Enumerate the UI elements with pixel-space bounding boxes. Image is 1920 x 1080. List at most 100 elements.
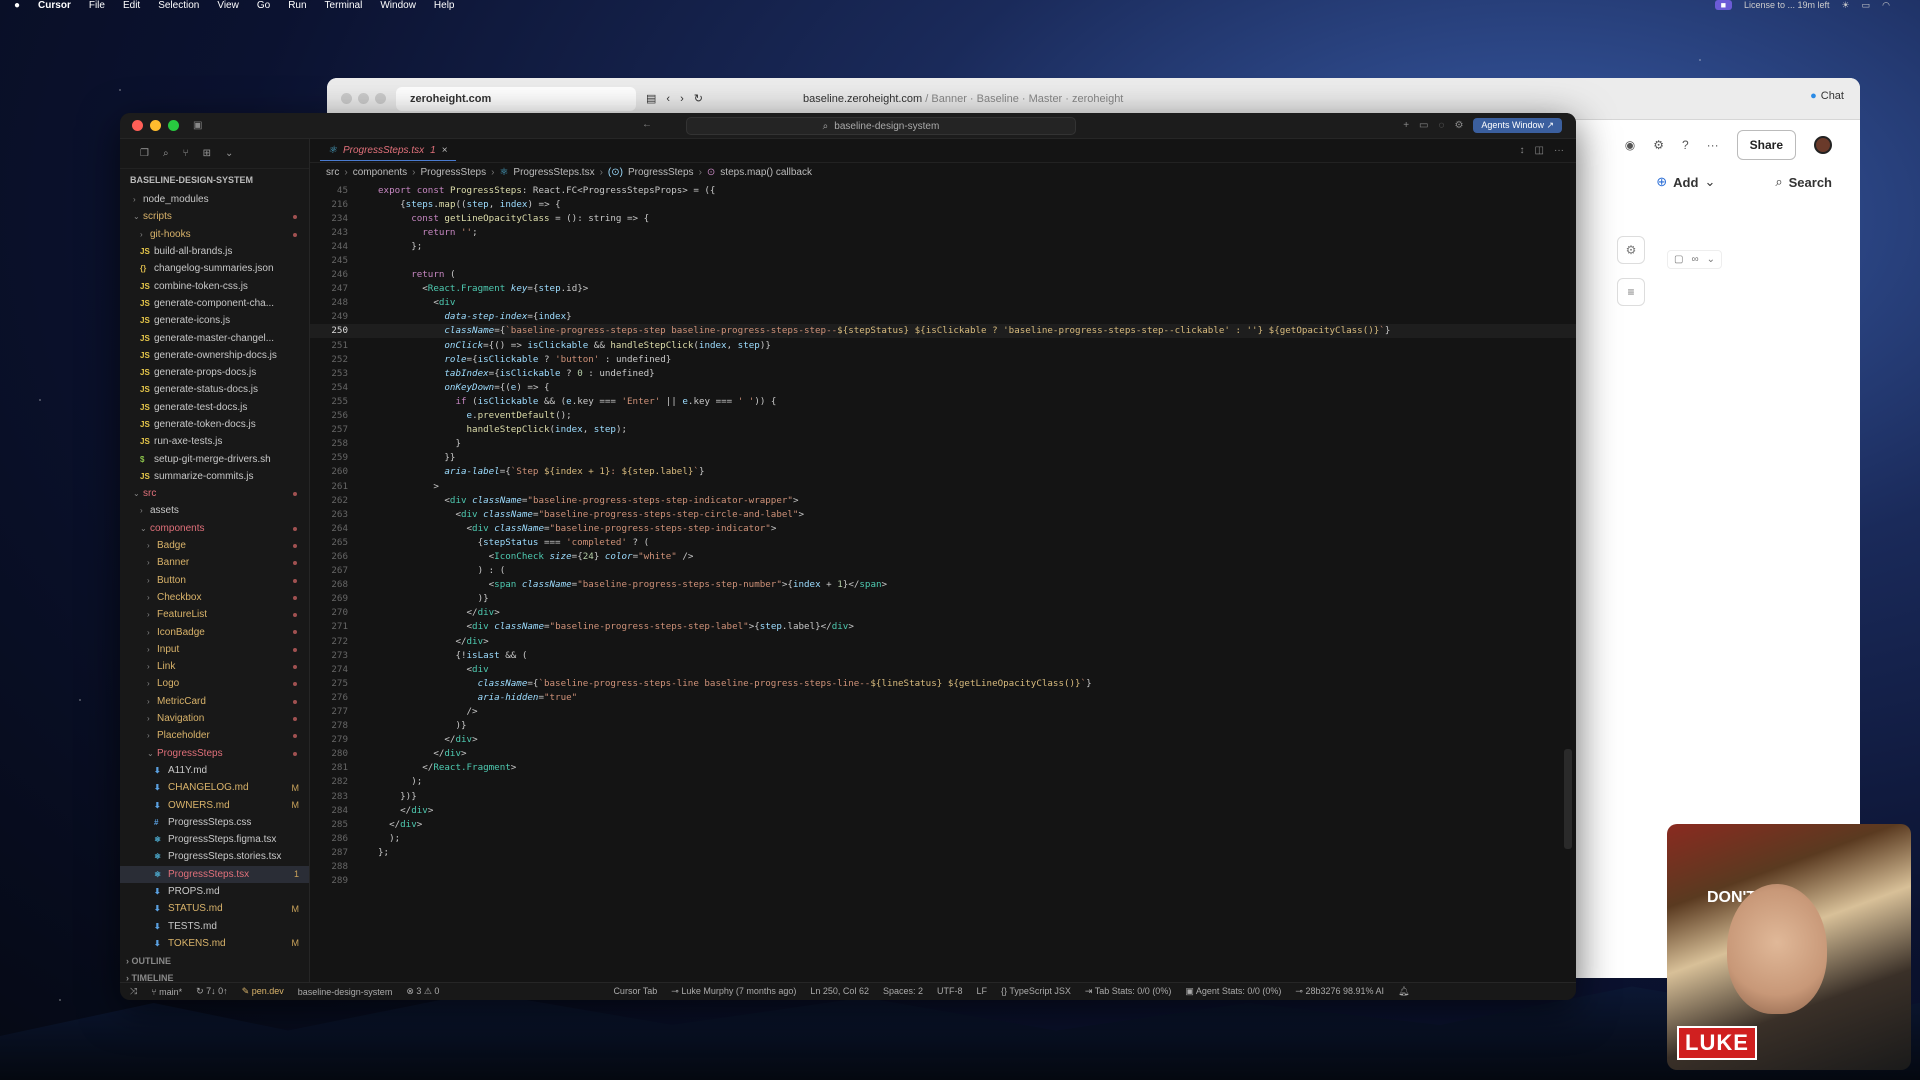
tree-item[interactable]: › git-hooks (120, 226, 309, 243)
share-button[interactable]: Share (1736, 130, 1796, 160)
tree-item[interactable]: › Badge (120, 537, 309, 554)
close-window-button[interactable] (132, 120, 143, 131)
command-center-search[interactable]: ⌕ baseline-design-system (686, 117, 1076, 135)
agent-stats[interactable]: ▣ Agent Stats: 0/0 (0%) (1185, 986, 1281, 997)
menu-edit[interactable]: Edit (123, 0, 140, 11)
tree-item[interactable]: JS run-axe-tests.js (120, 433, 309, 450)
tree-item[interactable]: ⬇ TESTS.md (120, 917, 309, 934)
tree-item[interactable]: › assets (120, 502, 309, 519)
tree-item[interactable]: › FeatureList (120, 606, 309, 623)
menu-selection[interactable]: Selection (158, 0, 199, 11)
agents-window-button[interactable]: Agents Window ↗ (1473, 118, 1562, 133)
eye-icon[interactable]: ◉ (1625, 138, 1635, 152)
line-ending[interactable]: LF (976, 986, 987, 997)
tree-item[interactable]: › MetricCard (120, 693, 309, 710)
tree-item[interactable]: ⬇ OWNERS.md M (120, 796, 309, 813)
forward-icon[interactable]: › (680, 93, 684, 105)
tree-item[interactable]: ⬇ PROPS.md (120, 883, 309, 900)
tree-item[interactable]: › IconBadge (120, 623, 309, 640)
files-icon[interactable]: ❐ (140, 148, 149, 159)
menu-help[interactable]: Help (434, 0, 455, 11)
split-editor-icon[interactable]: ◫ (1535, 145, 1544, 156)
tree-item[interactable]: JS generate-ownership-docs.js (120, 347, 309, 364)
browser-tab[interactable]: zeroheight.com (396, 86, 636, 111)
tree-item[interactable]: › Logo (120, 675, 309, 692)
menu-terminal[interactable]: Terminal (325, 0, 363, 11)
align-icon[interactable]: ≡ (1617, 278, 1645, 306)
tree-item[interactable]: › Checkbox (120, 589, 309, 606)
blame-status[interactable]: ⊸ Luke Murphy (7 months ago) (671, 986, 796, 997)
tree-item[interactable]: JS generate-icons.js (120, 312, 309, 329)
minimize-window-button[interactable] (150, 120, 161, 131)
chevron-down-icon[interactable]: ⌄ (225, 148, 233, 159)
explorer-title[interactable]: BASELINE-DESIGN-SYSTEM (120, 169, 309, 191)
remote-icon[interactable]: ⤨ (130, 986, 137, 997)
app-menu[interactable]: Cursor (38, 0, 71, 11)
menu-view[interactable]: View (217, 0, 239, 11)
tree-item[interactable]: JS generate-token-docs.js (120, 416, 309, 433)
tree-item[interactable]: ⬇ TOKENS.md M (120, 935, 309, 952)
branch-status[interactable]: ⑂ main* (151, 987, 182, 997)
brightness-icon[interactable]: ☀ (1842, 0, 1850, 11)
tree-item[interactable]: $ setup-git-merge-drivers.sh (120, 450, 309, 467)
tree-item[interactable]: ⚛ ProgressSteps.tsx 1 (120, 865, 309, 883)
tree-item[interactable]: ⌄ src (120, 485, 309, 502)
tree-item[interactable]: ⌄ scripts (120, 208, 309, 225)
more-icon[interactable]: ··· (1707, 138, 1719, 152)
cursor-position[interactable]: Ln 250, Col 62 (810, 986, 869, 997)
url-bar[interactable]: baseline.zeroheight.com / Banner · Basel… (803, 93, 1123, 105)
tree-item[interactable]: ⬇ STATUS.md M (120, 900, 309, 917)
apple-menu-icon[interactable]: ● (14, 0, 20, 11)
license-status[interactable]: License to ... 19m left (1744, 0, 1830, 10)
breadcrumb-item[interactable]: steps.map() callback (720, 167, 812, 178)
breadcrumb-item[interactable]: ProgressSteps (421, 167, 487, 178)
block-settings-icon[interactable]: ⚙ (1617, 236, 1645, 264)
tree-item[interactable]: # ProgressSteps.css (120, 814, 309, 831)
tree-item[interactable]: › Button (120, 572, 309, 589)
tree-item[interactable]: ⬇ CHANGELOG.md M (120, 779, 309, 796)
code-editor[interactable]: 45 export const ProgressSteps: React.FC<P… (310, 181, 1576, 888)
settings-icon[interactable]: ⚙ (1653, 138, 1664, 152)
reload-icon[interactable]: ↻ (694, 92, 703, 105)
tree-item[interactable]: {} changelog-summaries.json (120, 260, 309, 277)
tab-stats[interactable]: ⇥ Tab Stats: 0/0 (0%) (1085, 986, 1171, 997)
tree-item[interactable]: JS generate-component-cha... (120, 295, 309, 312)
menu-go[interactable]: Go (257, 0, 270, 11)
more-actions-icon[interactable]: ··· (1554, 145, 1564, 156)
close-tab-icon[interactable]: × (442, 145, 448, 156)
tree-item[interactable]: ⚛ ProgressSteps.figma.tsx (120, 831, 309, 848)
notifications-icon[interactable]: 🔔︎ (1398, 986, 1409, 997)
tree-item[interactable]: JS build-all-brands.js (120, 243, 309, 260)
tree-item[interactable]: JS summarize-commits.js (120, 468, 309, 485)
tree-item[interactable]: ⚛ ProgressSteps.stories.tsx (120, 848, 309, 865)
problems-status[interactable]: ⊗ 3 ⚠ 0 (406, 986, 439, 997)
editor-tab-progresssteps[interactable]: ⚛ ProgressSteps.tsx 1 × (320, 141, 456, 161)
tree-item[interactable]: › Navigation (120, 710, 309, 727)
chat-icon[interactable]: ◌ (1439, 120, 1445, 131)
tree-item[interactable]: › node_modules (120, 191, 309, 208)
user-avatar[interactable] (1814, 136, 1832, 154)
breadcrumb-item[interactable]: ProgressSteps.tsx (513, 167, 594, 178)
tree-item[interactable]: › Banner (120, 554, 309, 571)
navigate-back-icon[interactable]: ← (642, 119, 652, 130)
tree-item[interactable]: JS combine-token-css.js (120, 277, 309, 294)
menu-file[interactable]: File (89, 0, 105, 11)
wifi-icon[interactable]: ◠ (1882, 0, 1890, 11)
battery-icon[interactable]: ▭ (1862, 0, 1871, 11)
tree-item[interactable]: JS generate-props-docs.js (120, 364, 309, 381)
chat-button[interactable]: ● Chat (1810, 90, 1844, 102)
timeline-section[interactable]: › TIMELINE (120, 969, 309, 982)
panel-icon[interactable]: ▭ (1419, 120, 1428, 131)
sync-status[interactable]: ↻ 7↓ 0↑ (196, 986, 228, 997)
pen-status[interactable]: ✎ pen.dev (242, 986, 284, 997)
new-chat-icon[interactable]: + (1403, 120, 1409, 131)
editor-scrollbar[interactable] (1564, 749, 1572, 849)
tree-item[interactable]: ⌄ ProgressSteps (120, 745, 309, 762)
sidebar-toggle-icon[interactable]: ▤ (646, 92, 656, 105)
breadcrumb-item[interactable]: ProgressSteps (628, 167, 694, 178)
chevron-down-icon[interactable]: ⌄ (1707, 254, 1715, 265)
tree-item[interactable]: JS generate-status-docs.js (120, 381, 309, 398)
search-button[interactable]: ⌕ Search (1775, 174, 1832, 190)
encoding[interactable]: UTF-8 (937, 986, 963, 997)
status-pill[interactable]: ■ (1714, 0, 1732, 10)
